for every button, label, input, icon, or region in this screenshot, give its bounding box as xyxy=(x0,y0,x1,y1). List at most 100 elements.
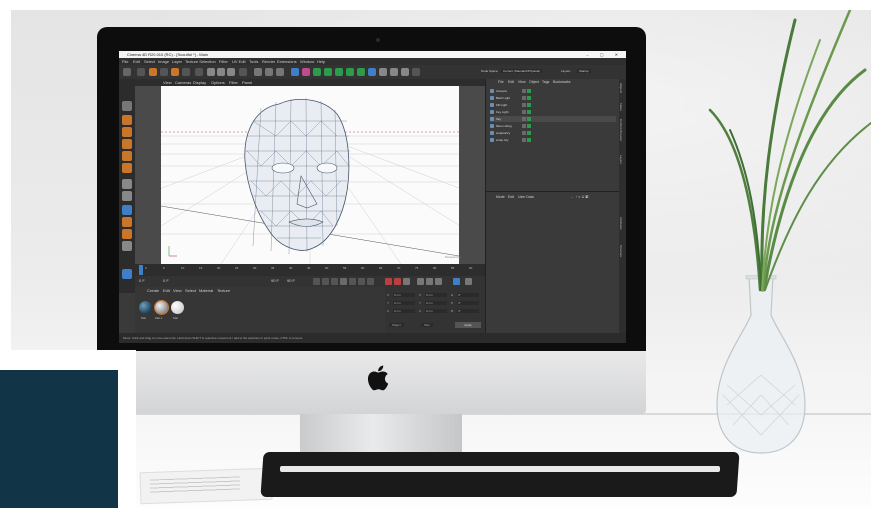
snap-icon[interactable] xyxy=(412,68,420,76)
motion-clip-icon[interactable] xyxy=(465,278,472,285)
snap-tool-icon[interactable] xyxy=(122,205,132,215)
grid-icon[interactable] xyxy=(379,68,387,76)
coord-rot-field[interactable]: 0° xyxy=(457,301,479,305)
side-tab-content-browser[interactable]: Content Browser xyxy=(619,119,623,141)
rotation-key-icon[interactable] xyxy=(435,278,442,285)
render-settings-icon[interactable] xyxy=(276,68,284,76)
environment-icon[interactable] xyxy=(357,68,365,76)
field-icon[interactable] xyxy=(346,68,354,76)
om-menu-file[interactable]: File xyxy=(498,80,504,84)
menu-file[interactable]: File xyxy=(122,59,128,64)
render-picture-viewer-icon[interactable] xyxy=(265,68,273,76)
am-nav-arrows-icon[interactable]: ← ↑ ⌕ ⊙ ▣ xyxy=(570,194,588,199)
om-menu-tags[interactable]: Tags xyxy=(542,80,549,84)
material-menu-create[interactable]: Create xyxy=(147,288,159,293)
light-icon[interactable] xyxy=(390,68,398,76)
viewport-menu-filter[interactable]: Filter xyxy=(229,80,238,85)
viewport-menu-view[interactable]: View xyxy=(163,80,172,85)
material-menu-view[interactable]: View xyxy=(173,288,182,293)
next-frame-icon[interactable] xyxy=(349,278,356,285)
side-tab-layers[interactable]: Layers xyxy=(619,155,623,164)
layout-select[interactable]: Startup xyxy=(577,69,591,73)
rotate-icon[interactable] xyxy=(171,68,179,76)
cloner-icon[interactable] xyxy=(324,68,332,76)
coord-size-field[interactable]: 0 cm xyxy=(425,293,447,297)
polygons-mode-icon[interactable] xyxy=(122,163,132,173)
coord-size-field[interactable]: 0 cm xyxy=(425,309,447,313)
cube-primitive-icon[interactable] xyxy=(122,269,132,279)
cube-icon[interactable] xyxy=(291,68,299,76)
move-icon[interactable] xyxy=(149,68,157,76)
record-icon[interactable] xyxy=(385,278,392,285)
object-row[interactable]: Key Light xyxy=(490,109,616,115)
coord-mode-select[interactable]: Object xyxy=(389,323,404,327)
coord-size-select[interactable]: Size xyxy=(421,323,433,327)
y-axis-icon[interactable] xyxy=(217,68,225,76)
coord-size-field[interactable]: 0 cm xyxy=(425,301,447,305)
undo-icon[interactable] xyxy=(123,68,131,76)
play-icon[interactable] xyxy=(340,278,347,285)
object-row[interactable]: Moon string xyxy=(490,123,616,129)
frame-end-preview[interactable]: 90 F xyxy=(287,278,295,283)
object-row[interactable]: Fill Light xyxy=(490,102,616,108)
coordinate-system-icon[interactable] xyxy=(239,68,247,76)
live-select-icon[interactable] xyxy=(137,68,145,76)
am-menu-edit[interactable]: Edit xyxy=(508,195,514,199)
menu-edit[interactable]: Edit xyxy=(133,59,140,64)
goto-start-icon[interactable] xyxy=(313,278,320,285)
timeline-window-icon[interactable] xyxy=(453,278,460,285)
frame-end[interactable]: 90 F xyxy=(271,278,279,283)
object-row[interactable]: Sky xyxy=(490,116,616,122)
autokey-icon[interactable] xyxy=(394,278,401,285)
object-row[interactable]: Back Light xyxy=(490,95,616,101)
coord-pos-field[interactable]: 0 cm xyxy=(393,309,415,313)
solo-icon[interactable] xyxy=(122,241,132,251)
menu-layer[interactable]: Layer xyxy=(172,59,182,64)
render-view-icon[interactable] xyxy=(254,68,262,76)
viewport-menu-options[interactable]: Options xyxy=(211,80,225,85)
menu-window[interactable]: Window xyxy=(300,59,314,64)
3d-viewport[interactable] xyxy=(161,86,459,264)
menu-select[interactable]: Select xyxy=(144,59,155,64)
workplane-icon[interactable] xyxy=(122,217,132,227)
recent-tool-icon[interactable] xyxy=(182,68,190,76)
viewport-menu-cameras[interactable]: Cameras xyxy=(175,80,191,85)
lock-workplane-icon[interactable] xyxy=(122,229,132,239)
timeline-ruler[interactable]: 0 5 10 15 20 25 30 35 40 45 50 55 60 65 … xyxy=(135,264,485,276)
texture-mode-icon[interactable] xyxy=(122,127,132,137)
coord-pos-field[interactable]: 0 cm xyxy=(393,301,415,305)
next-key-icon[interactable] xyxy=(358,278,365,285)
menu-render[interactable]: Render xyxy=(262,59,275,64)
side-tab-takes[interactable]: Takes xyxy=(619,103,623,111)
edges-mode-icon[interactable] xyxy=(122,151,132,161)
node-space-select[interactable]: Current (Standard/Physical) xyxy=(501,69,543,73)
object-row[interactable]: Camera xyxy=(490,88,616,94)
axis-mode-icon[interactable] xyxy=(122,179,132,189)
material-menu-texture[interactable]: Texture xyxy=(217,288,230,293)
coord-rot-field[interactable]: 0° xyxy=(457,293,479,297)
viewport-menu-display[interactable]: Display xyxy=(193,80,206,85)
x-axis-icon[interactable] xyxy=(207,68,215,76)
model-mode-icon[interactable] xyxy=(122,115,132,125)
material-menu-select[interactable]: Select xyxy=(185,288,196,293)
menu-tools[interactable]: Tools xyxy=(249,59,258,64)
material-swatch[interactable] xyxy=(139,301,152,314)
pen-icon[interactable] xyxy=(302,68,310,76)
menu-texture-selection[interactable]: Texture Selection xyxy=(185,59,216,64)
world-axis-icon[interactable] xyxy=(195,68,203,76)
goto-end-icon[interactable] xyxy=(367,278,374,285)
side-tab-structure[interactable]: Structure xyxy=(619,245,623,257)
tweak-mode-icon[interactable] xyxy=(122,191,132,201)
om-menu-bookmarks[interactable]: Bookmarks xyxy=(553,80,571,84)
material-menu-edit[interactable]: Edit xyxy=(163,288,170,293)
make-editable-icon[interactable] xyxy=(122,101,132,111)
viewport-menu-panel[interactable]: Panel xyxy=(242,80,252,85)
coord-rot-field[interactable]: 0° xyxy=(457,309,479,313)
camera-icon[interactable] xyxy=(368,68,376,76)
keyframe-selection-icon[interactable] xyxy=(403,278,410,285)
coord-pos-field[interactable]: 0 cm xyxy=(393,293,415,297)
menu-image[interactable]: Image xyxy=(158,59,169,64)
bulb-icon[interactable] xyxy=(401,68,409,76)
subdivision-icon[interactable] xyxy=(313,68,321,76)
am-menu-mode[interactable]: Mode xyxy=(496,195,505,199)
